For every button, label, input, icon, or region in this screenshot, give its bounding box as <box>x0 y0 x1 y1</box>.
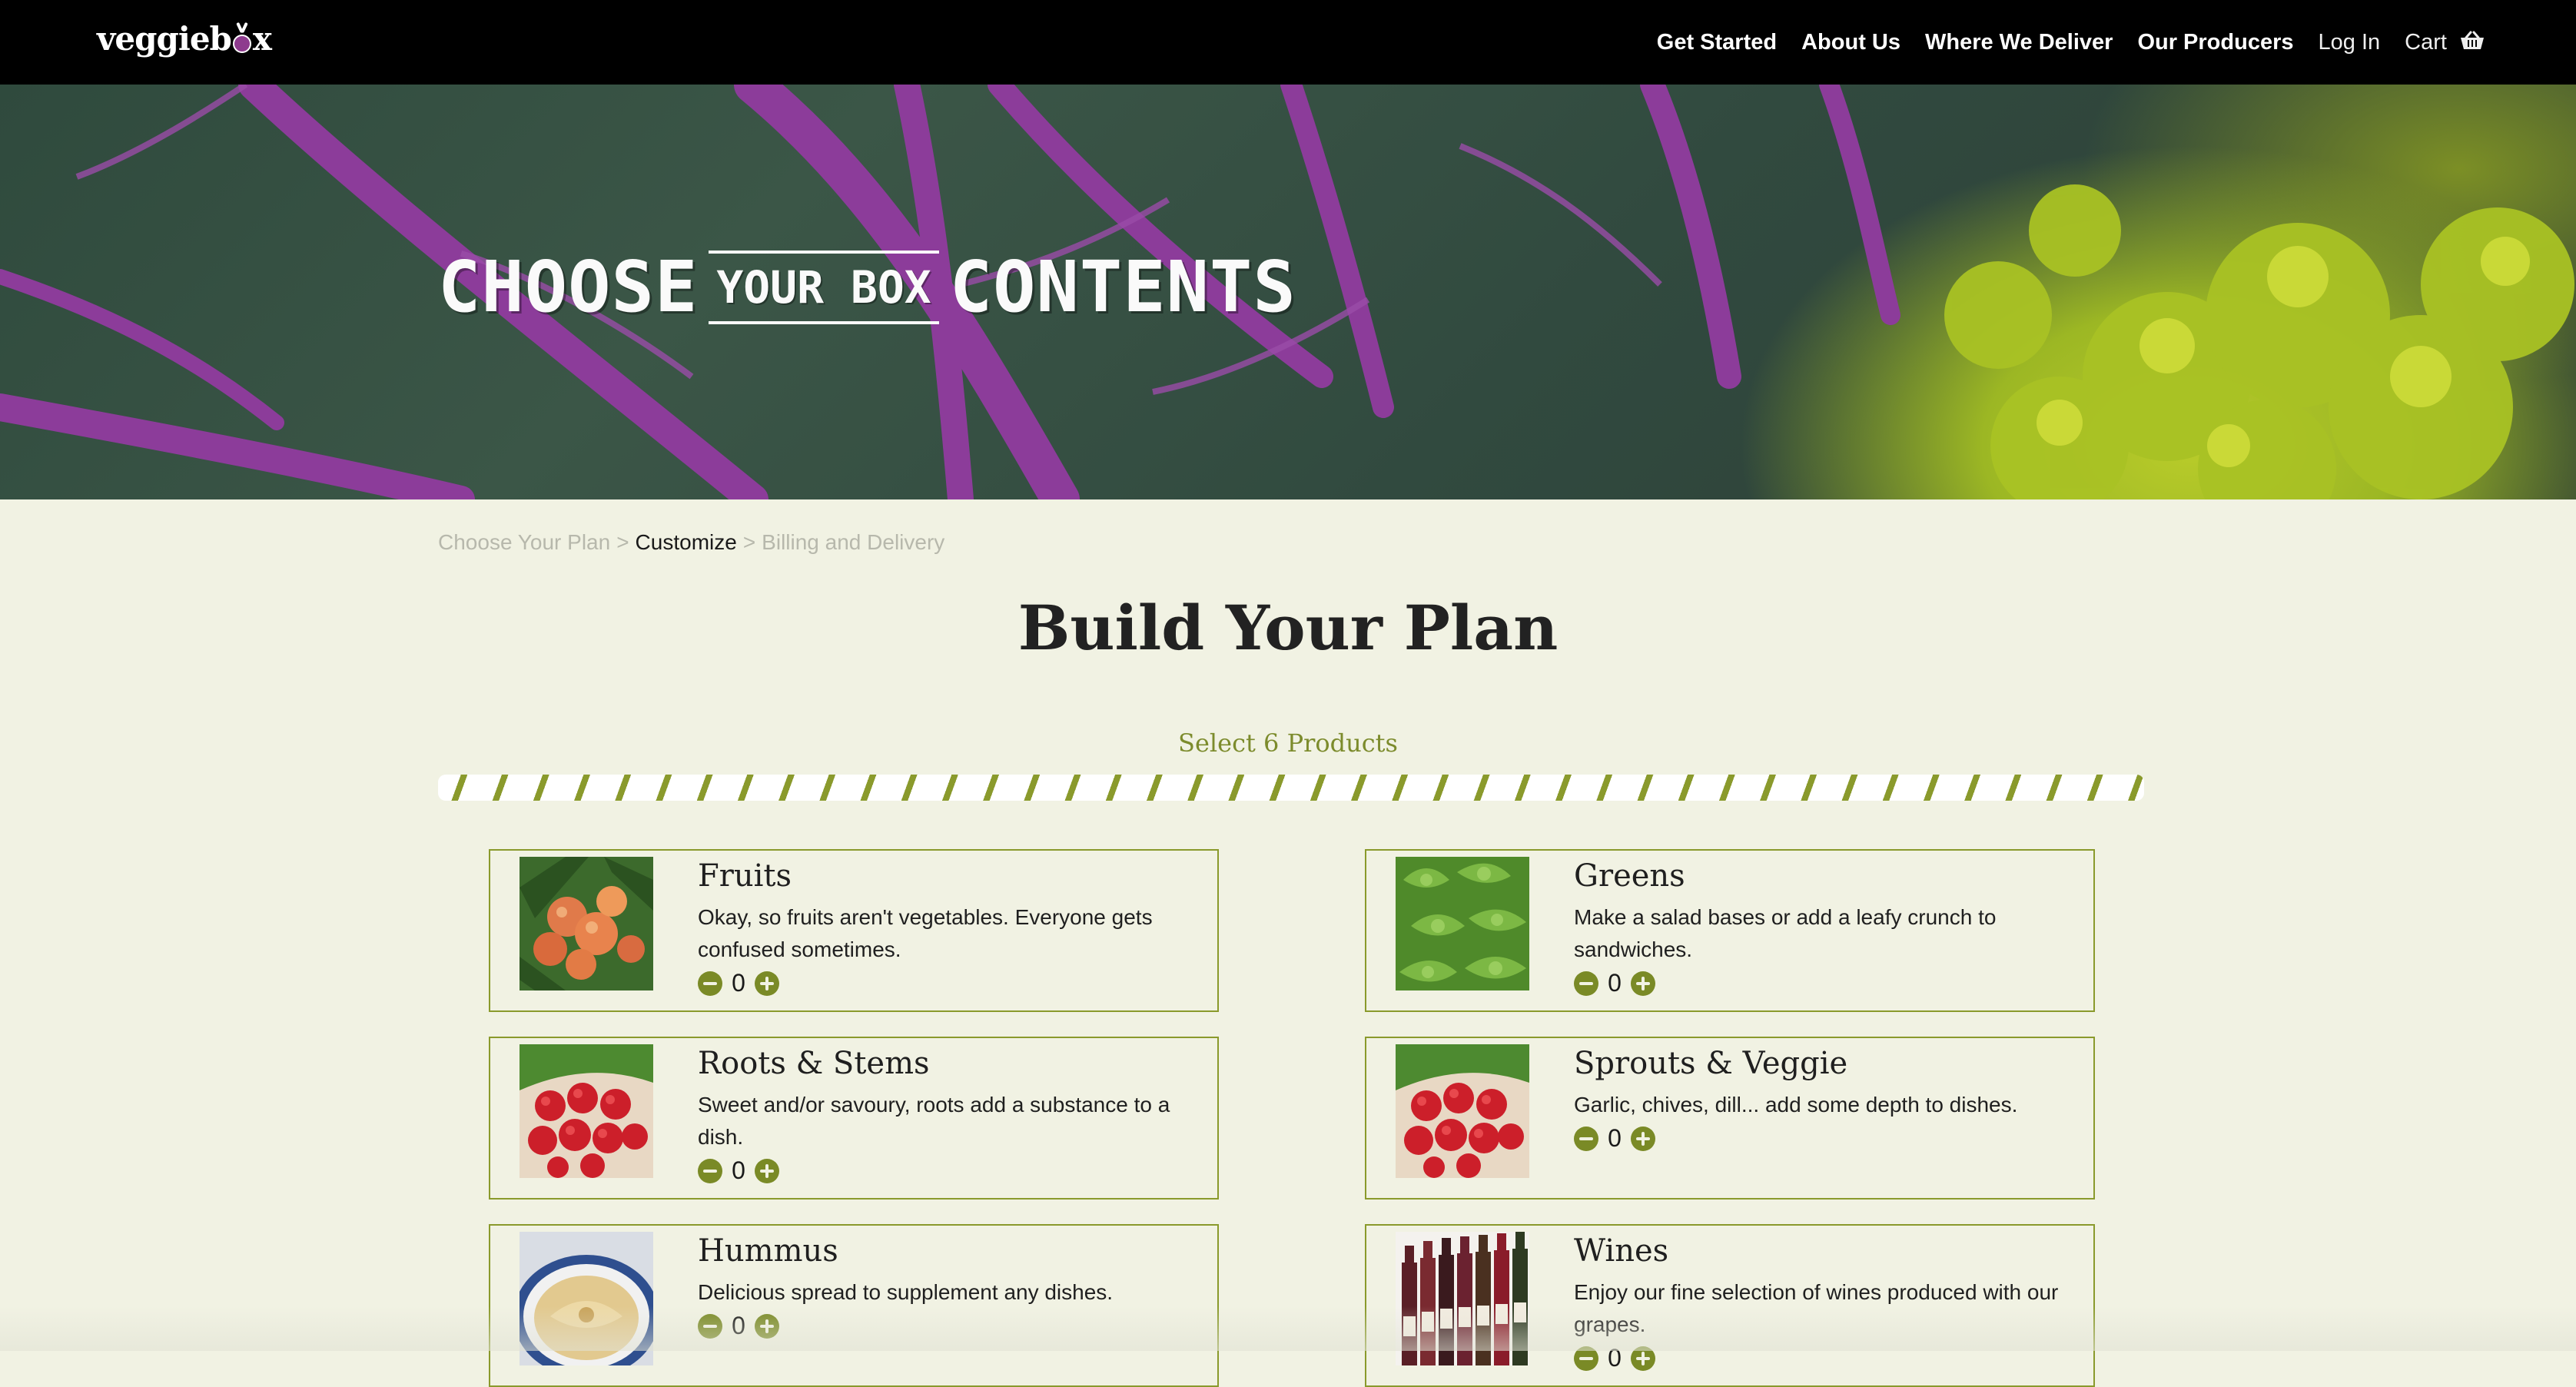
increase-button[interactable] <box>1631 1126 1655 1151</box>
product-card-sprouts-veggie: Sprouts & Veggie Garlic, chives, dill...… <box>1365 1037 2095 1200</box>
hero-title-choose: CHOOSE <box>438 246 699 328</box>
product-card-fruits: Fruits Okay, so fruits aren't vegetables… <box>489 849 1219 1012</box>
top-nav: veggieb x Get Started About Us Where We … <box>0 0 2576 85</box>
product-description: Make a salad bases or add a leafy crunch… <box>1574 905 1997 961</box>
quantity-stepper: 0 <box>1574 1124 1655 1153</box>
product-name: Sprouts & Veggie <box>1574 1046 1848 1081</box>
product-card-roots-stems: Roots & Stems Sweet and/or savoury, root… <box>489 1037 1219 1200</box>
product-card-hummus: Hummus Delicious spread to supplement an… <box>489 1224 1219 1387</box>
bottom-shadow <box>0 1306 2576 1351</box>
quantity-value: 0 <box>732 969 745 997</box>
quantity-value: 0 <box>1608 1124 1622 1152</box>
nav-cart-label: Cart <box>2405 29 2447 55</box>
hero-title-your-box: YOUR BOX <box>709 250 939 324</box>
hero-banner: CHOOSE YOUR BOX CONTENTS <box>0 85 2576 499</box>
logo-text: veggieb <box>97 20 232 58</box>
decrease-button[interactable] <box>1574 1126 1598 1151</box>
breadcrumb-separator: > <box>742 530 756 554</box>
product-description: Garlic, chives, dill... add some depth t… <box>1574 1093 2018 1117</box>
increase-button[interactable] <box>755 971 779 996</box>
product-name: Hummus <box>698 1233 838 1269</box>
logo-text-tail: x <box>252 20 272 58</box>
product-name: Wines <box>1574 1233 1669 1269</box>
increase-button[interactable] <box>755 1158 779 1183</box>
product-card-wines: Wines Enjoy our fine selection of wines … <box>1365 1224 2095 1387</box>
select-products-label: Select 6 Products <box>1178 728 1398 758</box>
page-title: Build Your Plan <box>1017 592 1559 664</box>
product-name: Fruits <box>698 858 792 894</box>
hero-title-contents: CONTENTS <box>949 246 1296 328</box>
breadcrumb-billing-delivery: Billing and Delivery <box>762 530 945 554</box>
product-name: Greens <box>1574 858 1685 894</box>
breadcrumb-separator: > <box>616 530 629 554</box>
breadcrumb-choose-your-plan[interactable]: Choose Your Plan <box>438 530 610 554</box>
quantity-value: 0 <box>1608 969 1622 997</box>
decrease-button[interactable] <box>698 1158 722 1183</box>
beet-icon <box>232 22 252 53</box>
breadcrumb: Choose Your Plan > Customize > Billing and D… <box>438 530 944 555</box>
radishes-image <box>1396 1044 1529 1178</box>
lettuce-image <box>1396 857 1529 990</box>
product-description: Okay, so fruits aren't vegetables. Every… <box>698 905 1153 961</box>
radishes-image <box>520 1044 653 1178</box>
product-description: Delicious spread to supplement any dishe… <box>698 1280 1114 1304</box>
product-card-greens: Greens Make a salad bases or add a leafy… <box>1365 849 2095 1012</box>
quantity-stepper: 0 <box>1574 969 1655 997</box>
basket-icon <box>2461 31 2484 49</box>
decrease-button[interactable] <box>698 971 722 996</box>
product-name: Roots & Stems <box>698 1046 930 1081</box>
nav-links: Get Started About Us Where We Deliver Ou… <box>1657 0 2485 85</box>
nav-log-in[interactable]: Log In <box>2319 30 2381 55</box>
selection-progress-bar <box>438 775 2144 801</box>
breadcrumb-customize: Customize <box>635 530 737 554</box>
hero-title: CHOOSE YOUR BOX CONTENTS <box>438 246 1296 328</box>
quantity-value: 0 <box>732 1156 745 1184</box>
nav-get-started[interactable]: Get Started <box>1657 30 1777 55</box>
decrease-button[interactable] <box>1574 971 1598 996</box>
quantity-stepper: 0 <box>698 969 779 997</box>
quantity-stepper: 0 <box>698 1156 779 1185</box>
nav-where-we-deliver[interactable]: Where We Deliver <box>1925 30 2113 55</box>
nav-cart[interactable]: Cart <box>2405 30 2485 55</box>
logo[interactable]: veggieb x <box>97 20 272 58</box>
nav-about-us[interactable]: About Us <box>1801 30 1900 55</box>
nav-our-producers[interactable]: Our Producers <box>2137 30 2293 55</box>
peaches-image <box>520 857 653 990</box>
product-description: Sweet and/or savoury, roots add a substa… <box>698 1093 1170 1149</box>
increase-button[interactable] <box>1631 971 1655 996</box>
progress-stripes <box>438 775 2144 801</box>
